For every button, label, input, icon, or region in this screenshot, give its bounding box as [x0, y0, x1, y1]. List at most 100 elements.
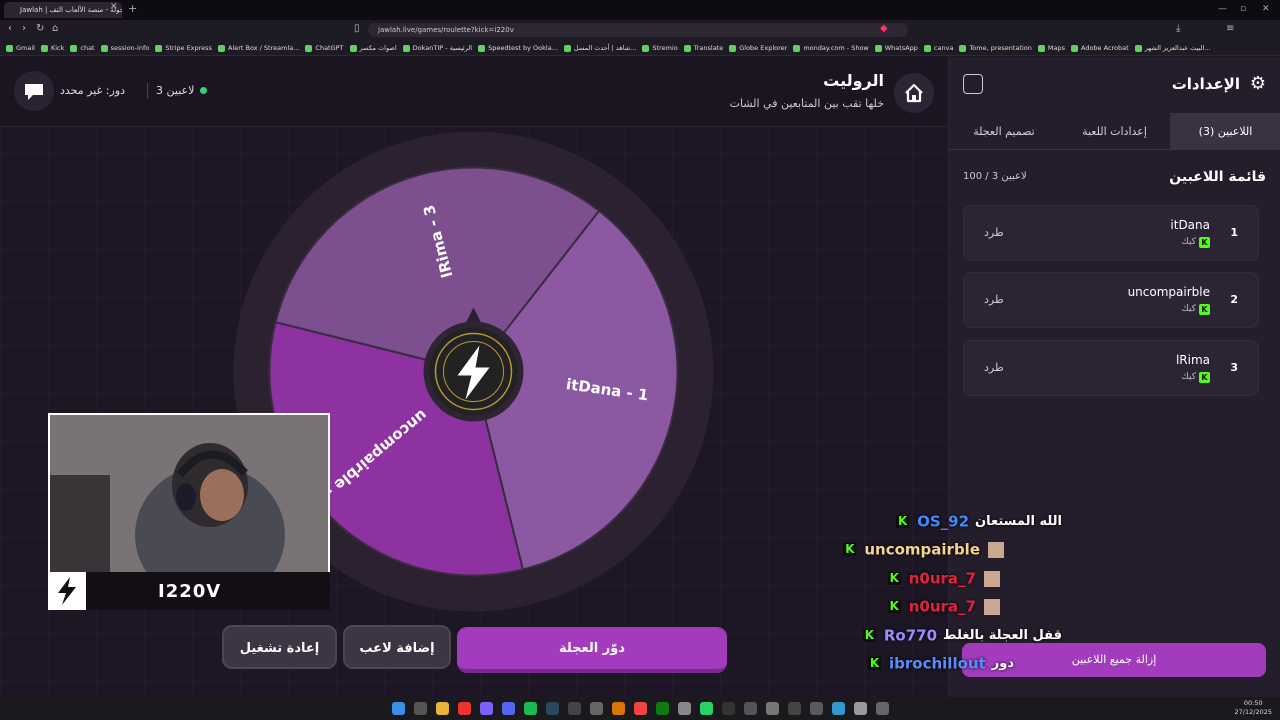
settings-taskbar-icon[interactable]: [854, 702, 867, 715]
bookmark-item[interactable]: Tome, presentation: [959, 40, 1032, 55]
bookmark-item[interactable]: شاهد | أحدث المسل...: [563, 40, 637, 55]
bookmark-item[interactable]: monday.com - Show: [793, 40, 869, 55]
bookmark-item[interactable]: chat: [70, 40, 95, 55]
forward-icon[interactable]: ›: [22, 23, 26, 34]
home-button[interactable]: [894, 73, 934, 113]
kick-player-button[interactable]: طرد: [984, 361, 1004, 374]
bookmark-label: WhatsApp: [884, 44, 918, 52]
browser-tab[interactable]: Jawlah | جولة - منصة الألعاب التف...: [4, 2, 122, 18]
online-indicator: [200, 87, 207, 94]
app-icon[interactable]: [480, 702, 493, 715]
add-player-button[interactable]: إضافة لاعب: [343, 625, 451, 669]
brave-taskbar-icon[interactable]: [458, 702, 471, 715]
user-avatar-badge: [984, 570, 1000, 587]
bookmark-item[interactable]: canva: [923, 40, 953, 55]
bookmark-item[interactable]: Translate: [683, 40, 723, 55]
app-icon[interactable]: [590, 702, 603, 715]
app-icon[interactable]: [568, 702, 581, 715]
app-icon[interactable]: [766, 702, 779, 715]
app-icon[interactable]: [722, 702, 735, 715]
bookmark-label: Alert Box / Streamla...: [227, 44, 300, 52]
page-subtitle: خلها تقب بين المتابعين في الشات: [729, 97, 884, 110]
bookmark-icon[interactable]: ▯: [354, 23, 360, 34]
whatsapp-icon[interactable]: [700, 702, 713, 715]
tab-wheel-design[interactable]: تصميم العجلة: [949, 113, 1059, 150]
bookmark-item[interactable]: WhatsApp: [874, 40, 918, 55]
home-browser-icon[interactable]: ⌂: [52, 23, 58, 34]
players-count: 3 لاعبين: [156, 84, 195, 97]
user-avatar-badge: [984, 598, 1000, 615]
bookmark-favicon-icon: [40, 44, 48, 52]
bookmark-item[interactable]: Stremio: [642, 40, 678, 55]
reload-icon[interactable]: ↻: [36, 23, 44, 34]
bookmark-item[interactable]: ChatGPT: [305, 40, 344, 55]
explorer-icon[interactable]: [436, 702, 449, 715]
bookmark-item[interactable]: Gmail: [6, 40, 35, 55]
app-icon[interactable]: [876, 702, 889, 715]
kick-logo-icon: K: [843, 542, 857, 556]
search-icon[interactable]: [414, 702, 427, 715]
chat-username: n0ura_7: [908, 569, 976, 588]
bookmark-item[interactable]: Alert Box / Streamla...: [217, 40, 300, 55]
bookmark-item[interactable]: Speedtest by Ookla...: [478, 40, 558, 55]
app-icon[interactable]: [612, 702, 625, 715]
bookmark-label: البيت عبدالعزيز الشهر...: [1144, 44, 1211, 52]
bookmark-item[interactable]: session-info: [100, 40, 149, 55]
bookmark-favicon-icon: [923, 44, 931, 52]
chat-username: n0ura_7: [908, 597, 976, 616]
bookmark-item[interactable]: Stripe Express: [155, 40, 212, 55]
window-close-icon[interactable]: ✕: [1262, 4, 1270, 14]
chat-username: OS_92: [917, 512, 970, 531]
download-icon[interactable]: ⤓: [1176, 23, 1180, 34]
kick-logo-icon: K: [887, 599, 901, 613]
spin-wheel-button[interactable]: دوّر العجلة: [457, 627, 727, 673]
app-icon[interactable]: [788, 702, 801, 715]
steam-icon[interactable]: [546, 702, 559, 715]
chat-username: uncompairble: [864, 540, 980, 559]
restart-button[interactable]: إعادة تشغيل: [222, 625, 337, 669]
tab-players[interactable]: اللاعبين (3): [1170, 113, 1280, 150]
kick-player-button[interactable]: طرد: [984, 226, 1004, 239]
divider: [147, 83, 148, 99]
close-icon[interactable]: ✕: [110, 2, 118, 12]
bookmark-label: chat: [80, 44, 95, 52]
bookmark-item[interactable]: Globe Explorer: [729, 40, 787, 55]
settings-menu-icon[interactable]: ≡: [1226, 23, 1234, 34]
bookmark-item[interactable]: Maps: [1037, 40, 1065, 55]
player-name: lRima: [1175, 353, 1210, 367]
system-clock[interactable]: 00:50 27/12/2025: [1235, 699, 1272, 717]
collapse-panel-icon[interactable]: [963, 74, 983, 94]
xbox-icon[interactable]: [656, 702, 669, 715]
url-field[interactable]: jawlah.live/games/roulette?kick=i220v: [368, 23, 908, 37]
bookmark-favicon-icon: [729, 44, 737, 52]
bookmark-label: شاهد | أحدث المسل...: [573, 44, 637, 52]
kick-player-button[interactable]: طرد: [984, 293, 1004, 306]
role-label: دور: غير محدد: [60, 84, 126, 97]
app-icon[interactable]: [678, 702, 691, 715]
page-title: الروليت: [823, 71, 884, 90]
minimize-icon[interactable]: —: [1218, 4, 1227, 14]
bookmark-item[interactable]: البيت عبدالعزيز الشهر...: [1134, 40, 1211, 55]
back-icon[interactable]: ‹: [8, 23, 12, 34]
new-tab-icon[interactable]: +: [128, 2, 137, 15]
brave-icon[interactable]: ◆: [880, 23, 888, 34]
bookmark-item[interactable]: Adobe Acrobat: [1071, 40, 1129, 55]
bookmark-item[interactable]: DokanTIP - الرئيسية: [402, 40, 472, 55]
tab-game-settings[interactable]: إعدادات اللعبة: [1059, 113, 1170, 150]
app-icon[interactable]: [634, 702, 647, 715]
bookmark-item[interactable]: اصوات مكسر: [349, 40, 397, 55]
discord-icon[interactable]: [502, 702, 515, 715]
app-icon[interactable]: [832, 702, 845, 715]
app-icon[interactable]: [810, 702, 823, 715]
home-icon: [905, 83, 923, 103]
bookmarks-bar: Gmail Kick chat session-info Stripe Express A…: [0, 40, 1280, 56]
bookmark-favicon-icon: [1037, 44, 1045, 52]
clock-date: 27/12/2025: [1234, 708, 1272, 716]
app-icon[interactable]: [744, 702, 757, 715]
app-icon[interactable]: [524, 702, 537, 715]
bookmark-favicon-icon: [874, 44, 882, 52]
streamer-name: I220V: [158, 581, 222, 602]
start-icon[interactable]: [392, 702, 405, 715]
maximize-icon[interactable]: ▫: [1240, 4, 1246, 14]
bookmark-item[interactable]: Kick: [40, 40, 64, 55]
